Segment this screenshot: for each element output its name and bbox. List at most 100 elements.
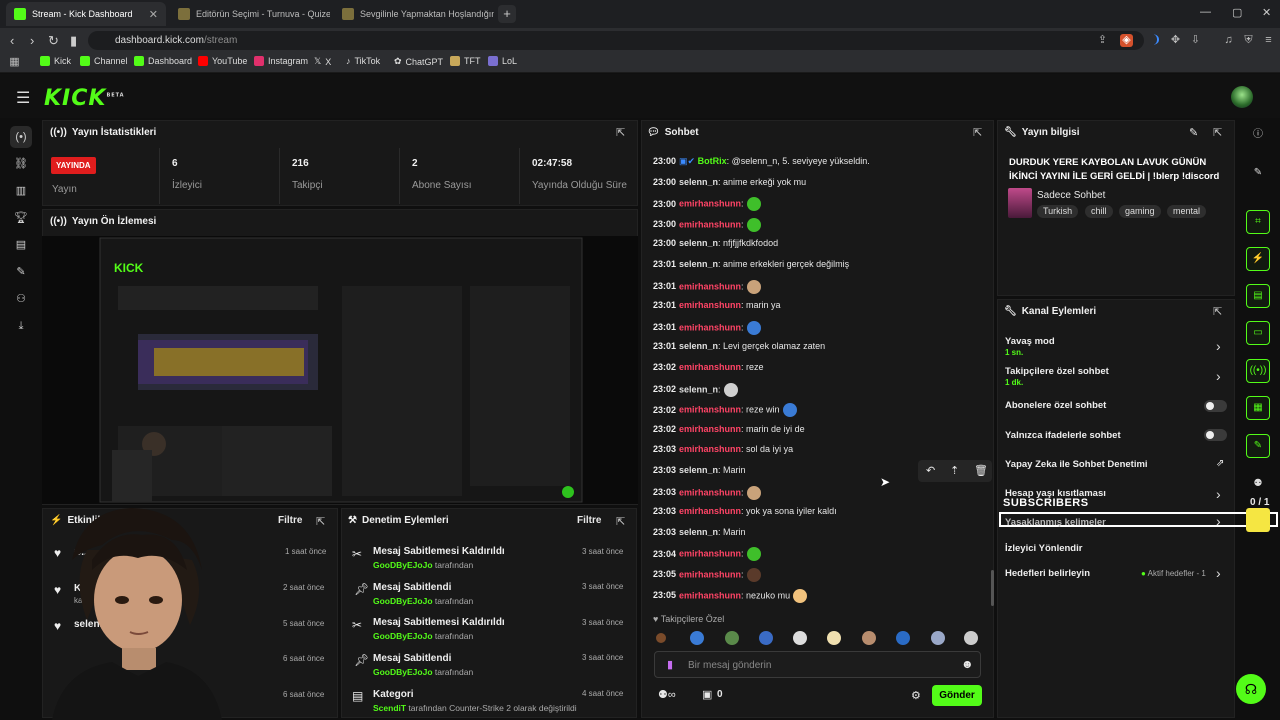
bookmark-instagram[interactable]: Instagram (254, 56, 308, 66)
emoji-icon[interactable]: ☻ (961, 657, 974, 671)
chat-username[interactable]: emirhanshunn (679, 590, 741, 600)
menu-icon[interactable]: ≡ (1262, 34, 1275, 47)
chat-scrollbar[interactable] (991, 570, 994, 606)
chat-username[interactable]: selenn_n (679, 465, 718, 475)
notes-icon[interactable]: ▤ (1246, 284, 1270, 308)
chat-username[interactable]: emirhanshunn (679, 487, 741, 497)
mic-icon[interactable]: ▮ (667, 658, 673, 671)
chat-username[interactable]: selenn_n (679, 177, 718, 187)
bookmark-youtube[interactable]: YouTube (198, 56, 247, 66)
subscribers-only-toggle[interactable] (1204, 400, 1227, 412)
music-icon[interactable]: ♫ (1222, 34, 1235, 47)
chat-message[interactable]: 23:03 emirhanshunn: (653, 485, 761, 500)
broadcast-icon[interactable]: ((•)) (1246, 359, 1270, 383)
account-age-chevron-icon[interactable]: › (1216, 486, 1221, 502)
chat-message[interactable]: 23:05 emirhanshunn: nezuko mu (653, 588, 808, 603)
bookmark-x[interactable]: 𝕏X (314, 56, 331, 67)
chat-message[interactable]: 23:00 selenn_n: anime erkeği yok mu (653, 177, 806, 187)
chat-username[interactable]: emirhanshunn (679, 569, 741, 579)
popout-icon[interactable]: ⇱ (973, 126, 982, 139)
chat-message[interactable]: 23:01 selenn_n: Levi gerçek olamaz zaten (653, 341, 825, 351)
url-field[interactable]: dashboard.kick.com/stream (88, 31, 1144, 50)
slow-mode-chevron-icon[interactable]: › (1216, 338, 1221, 354)
timeout-icon[interactable]: ↶ (926, 464, 935, 477)
trophy-nav-icon[interactable]: 🏆︎ (10, 207, 32, 229)
emotes-only-toggle[interactable] (1204, 429, 1227, 441)
back-icon[interactable]: ‹ (10, 33, 14, 48)
chat-username[interactable]: selenn_n (679, 238, 718, 248)
chat-message[interactable]: 23:03 selenn_n: Marin (653, 527, 746, 537)
chat-message[interactable]: 23:01 emirhanshunn: marin ya (653, 300, 781, 310)
chat-message[interactable]: 23:03 emirhanshunn: yok ya sona iyiler ka… (653, 506, 837, 516)
chat-username[interactable]: emirhanshunn (679, 219, 741, 229)
chat-username[interactable]: emirhanshunn (679, 281, 741, 291)
tab-sevgilinle[interactable]: Sevgilinle Yapmaktan Hoşlandığın Ş... (334, 2, 494, 26)
popout-icon[interactable]: ⇱ (616, 515, 625, 528)
activity-filter-button[interactable]: Filtre (278, 515, 302, 526)
points-rail-icon[interactable]: ⚉ (1246, 473, 1270, 497)
layout-icon[interactable]: ▦ (1246, 396, 1270, 420)
vpn-icon[interactable]: ⛨ (1242, 34, 1255, 47)
close-window-icon[interactable]: ✕ (1262, 6, 1271, 19)
chat-username[interactable]: emirhanshunn (679, 424, 741, 434)
clip-icon[interactable]: ⌗ (1246, 210, 1270, 234)
share-icon[interactable]: ⇪ (1096, 34, 1109, 47)
puzzle-icon[interactable]: ✥ (1169, 34, 1182, 47)
chat-message[interactable]: 23:02 emirhanshunn: reze win (653, 403, 797, 418)
chat-message[interactable]: 23:03 selenn_n: Marin (653, 465, 746, 475)
chat-username[interactable]: emirhanshunn (679, 549, 741, 559)
chat-message[interactable]: 23:02 selenn_n: (653, 382, 738, 397)
chat-message[interactable]: 23:01 emirhanshunn: (653, 320, 761, 335)
popout-icon[interactable]: ⇱ (316, 515, 325, 528)
kick-logo[interactable]: KICKBETA (44, 86, 125, 111)
chat-message[interactable]: 23:05 emirhanshunn: (653, 568, 761, 582)
bookmark-icon[interactable]: ▮ (70, 33, 77, 49)
chat-message[interactable]: 23:00 selenn_n: nfjfjjfkdkfodod (653, 238, 778, 248)
close-tab-icon[interactable]: ✕ (149, 8, 158, 21)
minimize-icon[interactable]: — (1200, 6, 1211, 18)
chat-username[interactable]: emirhanshunn (679, 300, 741, 310)
new-tab-button[interactable]: + (498, 5, 516, 23)
tools-icon[interactable]: ✎ (1246, 434, 1270, 458)
tab-stream-dashboard[interactable]: Stream - Kick Dashboard ✕ (6, 2, 166, 26)
apps-grid-icon[interactable]: ▦ (8, 56, 21, 69)
bookmark-tft[interactable]: TFT (450, 56, 481, 66)
hamburger-menu-icon[interactable]: ☰ (16, 88, 30, 108)
chat-message[interactable]: 23:04 emirhanshunn: (653, 547, 761, 562)
send-button[interactable]: Gönder (932, 685, 982, 706)
chat-message[interactable]: 23:02 emirhanshunn: reze (653, 362, 764, 372)
chat-username[interactable]: selenn_n (679, 259, 718, 269)
reload-icon[interactable]: ↻ (48, 33, 59, 49)
chat-username[interactable]: emirhanshunn (679, 199, 741, 209)
lightning-action-icon[interactable]: ⚡ (1246, 247, 1270, 271)
library-nav-icon[interactable]: ▤ (10, 234, 32, 256)
bookmark-chatgpt[interactable]: ✿ ChatGPT (394, 56, 443, 67)
user-avatar[interactable] (1231, 86, 1253, 108)
popout-icon[interactable]: ⇱ (1213, 126, 1222, 139)
link-nav-icon[interactable]: ⛓ (10, 153, 32, 175)
set-goals-chevron-icon[interactable]: › (1216, 565, 1221, 581)
analytics-nav-icon[interactable]: ▥ (10, 180, 32, 202)
external-link-icon[interactable]: ⇗ (1216, 458, 1224, 469)
chat-username[interactable]: emirhanshunn (679, 322, 741, 332)
chat-settings-icon[interactable]: ⚙ (911, 689, 921, 702)
info-icon[interactable]: ⓘ (1246, 124, 1270, 148)
delete-icon[interactable]: 🗑︎ (974, 464, 988, 477)
chat-username[interactable]: BotRix (698, 156, 727, 166)
raid-label[interactable]: İzleyici Yönlendir (1005, 543, 1082, 554)
help-support-icon[interactable]: ☊ (1236, 674, 1266, 704)
chat-message[interactable]: 23:00 ▣✔ BotRix: @selenn_n, 5. seviyeye y… (653, 156, 870, 167)
chat-message[interactable]: 23:03 emirhanshunn: sol da iyi ya (653, 444, 793, 454)
bookmark-lol[interactable]: LoL (488, 56, 517, 66)
edit-icon[interactable]: ✎ (1189, 126, 1198, 139)
followers-only-chevron-icon[interactable]: › (1216, 368, 1221, 384)
upload-nav-icon[interactable]: ⤓ (10, 315, 32, 337)
chat-message[interactable]: 23:01 selenn_n: anime erkekleri gerçek de… (653, 259, 849, 269)
chat-username[interactable]: selenn_n (679, 527, 718, 537)
moderation-filter-button[interactable]: Filtre (577, 515, 601, 526)
tab-quizei[interactable]: Editörün Seçimi - Turnuva - Quizei (170, 2, 330, 26)
extension-icon[interactable]: ❩ (1150, 34, 1163, 47)
banned-words-chevron-icon[interactable]: › (1216, 513, 1221, 529)
chat-action-icon[interactable]: ▭ (1246, 321, 1270, 345)
stream-nav-icon[interactable]: (•) (10, 126, 32, 148)
